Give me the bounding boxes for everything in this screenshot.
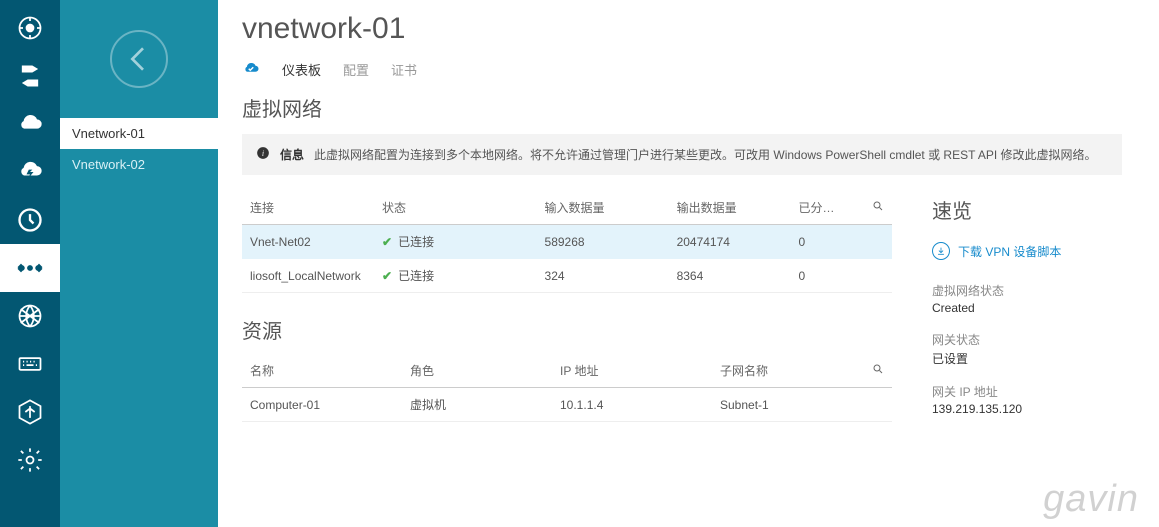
qv-label-gateway-ip: 网关 IP 地址 <box>932 383 1129 400</box>
table-row[interactable]: Computer-01 虚拟机 10.1.1.4 Subnet-1 <box>242 388 892 422</box>
rail-item-2[interactable] <box>0 52 60 100</box>
dashboard-icon <box>242 61 260 78</box>
qv-label-gateway-status: 网关状态 <box>932 331 1129 348</box>
tab-configure[interactable]: 配置 <box>343 60 369 79</box>
sidebar-list: Vnetwork-01 Vnetwork-02 <box>60 118 218 180</box>
table-search-icon[interactable] <box>862 193 892 225</box>
quickview-title: 速览 <box>932 195 1129 224</box>
connections-table: 连接 状态 输入数据量 输出数据量 已分… Vnet-Net02 ✔已连接 5 <box>242 193 892 293</box>
rail-item-clock[interactable] <box>0 196 60 244</box>
rail-item-cloud[interactable] <box>0 100 60 148</box>
col-data-out[interactable]: 输出数据量 <box>669 193 791 225</box>
page-title: vnetwork-01 <box>242 12 1129 46</box>
rail-item-settings[interactable] <box>0 436 60 484</box>
col-ip[interactable]: IP 地址 <box>552 356 712 388</box>
tab-certificates[interactable]: 证书 <box>391 60 417 79</box>
table-search-icon[interactable] <box>862 356 892 388</box>
download-icon <box>932 242 950 260</box>
back-button[interactable] <box>110 30 168 88</box>
table-row[interactable]: liosoft_LocalNetwork ✔已连接 324 8364 0 <box>242 259 892 293</box>
check-icon: ✔ <box>382 269 392 283</box>
resources-table: 名称 角色 IP 地址 子网名称 Computer-01 虚拟机 10.1.1.… <box>242 356 892 422</box>
col-subnet[interactable]: 子网名称 <box>712 356 862 388</box>
tabs: 仪表板 配置 证书 <box>242 60 1129 79</box>
col-connection[interactable]: 连接 <box>242 193 374 225</box>
rail-item-1[interactable] <box>0 4 60 52</box>
main-content: vnetwork-01 仪表板 配置 证书 虚拟网络 i 信息 此虚拟网络配置为… <box>218 0 1159 527</box>
qv-value-vnet-status: Created <box>932 301 1129 315</box>
col-status[interactable]: 状态 <box>374 193 537 225</box>
col-name[interactable]: 名称 <box>242 356 402 388</box>
sidebar: Vnetwork-01 Vnetwork-02 <box>60 0 218 527</box>
qv-value-gateway-ip: 139.219.135.120 <box>932 402 1129 416</box>
col-role[interactable]: 角色 <box>402 356 552 388</box>
info-text: 信息 此虚拟网络配置为连接到多个本地网络。将不允许通过管理门户进行某些更改。可改… <box>280 146 1097 163</box>
rail-item-network[interactable] <box>0 244 60 292</box>
section-resources: 资源 <box>242 315 892 344</box>
col-data-in[interactable]: 输入数据量 <box>537 193 669 225</box>
info-icon: i <box>256 146 270 163</box>
rail-item-deploy[interactable] <box>0 388 60 436</box>
info-banner: i 信息 此虚拟网络配置为连接到多个本地网络。将不允许通过管理门户进行某些更改。… <box>242 134 1122 175</box>
rail-item-cloud-bolt[interactable] <box>0 148 60 196</box>
sidebar-item-vnetwork-01[interactable]: Vnetwork-01 <box>60 118 218 149</box>
tab-dashboard[interactable]: 仪表板 <box>282 60 321 79</box>
quickview-panel: 速览 下载 VPN 设备脚本 虚拟网络状态 Created 网关状态 已设置 网… <box>932 193 1129 432</box>
section-virtual-network: 虚拟网络 <box>242 93 1129 122</box>
rail-item-keyboard[interactable] <box>0 340 60 388</box>
qv-label-vnet-status: 虚拟网络状态 <box>932 282 1129 299</box>
check-icon: ✔ <box>382 235 392 249</box>
table-row[interactable]: Vnet-Net02 ✔已连接 589268 20474174 0 <box>242 225 892 259</box>
icon-rail <box>0 0 60 527</box>
download-vpn-script-link[interactable]: 下载 VPN 设备脚本 <box>932 242 1129 260</box>
col-allocated[interactable]: 已分… <box>790 193 861 225</box>
rail-item-globe[interactable] <box>0 292 60 340</box>
qv-value-gateway-status: 已设置 <box>932 350 1129 367</box>
sidebar-item-vnetwork-02[interactable]: Vnetwork-02 <box>60 149 218 180</box>
